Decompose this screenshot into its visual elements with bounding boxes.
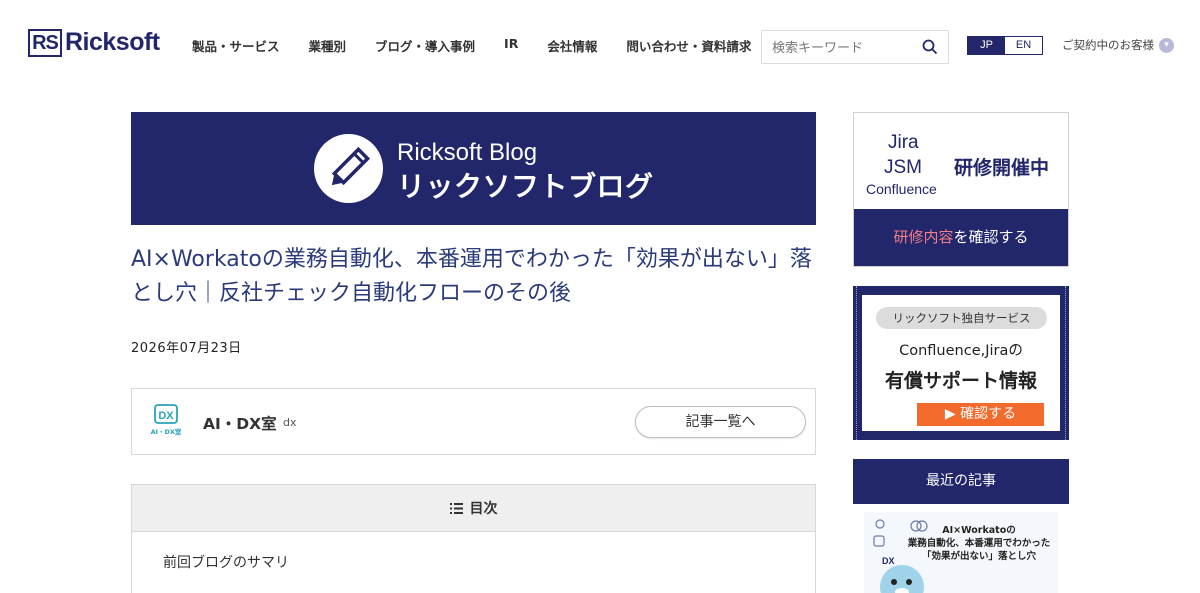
pencil-icon-circle (314, 134, 383, 203)
author-id: dx (283, 416, 297, 429)
recent-post-thumbnail[interactable]: DX AI×Workatoの 業務自動化、本番運用でわかった 「効果が出ない」落… (864, 512, 1058, 593)
svg-text:DX: DX (882, 556, 895, 566)
chevron-down-icon: ▾ (1159, 37, 1174, 53)
search-input[interactable] (772, 38, 922, 58)
main-nav: 製品・サービス 業種別 ブログ・導入事例 IR 会社情報 問い合わせ・資料請求 (192, 36, 751, 55)
ad-line-1: Confluence,Jiraの (899, 343, 1023, 359)
toc-item[interactable]: 前回ブログのサマリ (163, 552, 289, 572)
recent-posts: 最近の記事 DX AI×Workatoの 業務自動化、本番運用でわかった 「効果… (853, 459, 1069, 593)
language-switcher: JP EN (967, 36, 1043, 55)
table-of-contents: 目次 前回ブログのサマリ (131, 484, 816, 593)
svg-text:AI・DX室: AI・DX室 (151, 427, 182, 436)
article-title: AI×Workatoの業務自動化、本番運用でわかった「効果が出ない」落とし穴｜反… (131, 247, 812, 306)
author-avatar: DX AI・DX室 (151, 404, 182, 436)
list-icon (449, 502, 463, 514)
article-date: 2026年07月23日 (131, 341, 242, 356)
toc-heading: 目次 (469, 501, 498, 517)
nav-blog-cases[interactable]: ブログ・導入事例 (375, 36, 475, 55)
recent-post-title-line-1: AI×Workatoの (942, 525, 1016, 536)
article-list-button[interactable]: 記事一覧へ (635, 406, 806, 438)
customer-menu[interactable]: ご契約中のお客様 ▾ (1062, 37, 1174, 53)
training-cta-button[interactable]: 研修内容を確認する (854, 209, 1068, 266)
author-box: DX AI・DX室 AI・DX室 dx 記事一覧へ (131, 388, 816, 455)
author-name: AI・DX室 (203, 415, 277, 433)
blog-banner: Ricksoft Blog リックソフトブログ (131, 112, 816, 225)
banner-title-ja: リックソフトブログ (397, 170, 654, 203)
nav-company[interactable]: 会社情報 (547, 36, 597, 55)
ad-border-decoration (1065, 286, 1066, 440)
ad-border-decoration (856, 286, 857, 440)
ricksoft-logo[interactable]: RS Ricksoft (28, 28, 160, 57)
banner-title-en: Ricksoft Blog (397, 139, 538, 166)
recent-posts-heading: 最近の記事 (853, 459, 1069, 504)
cta-rest: を確認する (953, 228, 1029, 246)
lang-en-button[interactable]: EN (1005, 37, 1042, 54)
search-box (761, 30, 949, 64)
ad-line-2-rest: 情報 (999, 370, 1038, 392)
ad-inner-panel: リックソフト独自サービス Confluence,Jiraの 有償サポート情報 ▶… (862, 295, 1060, 431)
confirm-button[interactable]: ▶ 確認する (917, 403, 1044, 426)
logo-text: Ricksoft (65, 28, 160, 56)
ad-product-jsm: JSM (884, 157, 922, 178)
ad-pill-label: リックソフト独自サービス (876, 307, 1047, 329)
ad-product-confluence: Confluence (866, 181, 937, 197)
customer-label: ご契約中のお客様 (1062, 38, 1154, 52)
nav-products[interactable]: 製品・サービス (192, 36, 280, 55)
nav-industries[interactable]: 業種別 (309, 36, 347, 55)
training-ad[interactable]: Jira JSM Confluence 研修開催中 研修内容を確認する (853, 112, 1069, 267)
nav-contact[interactable]: 問い合わせ・資料請求 (626, 36, 751, 55)
nav-ir[interactable]: IR (504, 36, 518, 55)
svg-text:DX: DX (158, 410, 174, 422)
ad-line-2: 有償サポート情報 (862, 366, 1060, 393)
recent-post-title-line-3: 「効果が出ない」落とし穴 (921, 551, 1036, 562)
ad-headline: 研修開催中 (954, 157, 1050, 179)
ad-line-2-bold: 有償サポート (884, 370, 999, 392)
logo-mark: RS (28, 28, 62, 57)
ad-product-jira: Jira (888, 132, 919, 153)
pencil-icon (331, 146, 371, 186)
recent-post-title: AI×Workatoの 業務自動化、本番運用でわかった 「効果が出ない」落とし穴 (894, 524, 1064, 563)
lang-jp-button[interactable]: JP (968, 37, 1005, 54)
recent-post-title-line-2: 業務自動化、本番運用でわかった (907, 538, 1051, 549)
toc-header[interactable]: 目次 (132, 485, 815, 532)
search-icon[interactable] (922, 39, 938, 55)
site-header: RS Ricksoft 製品・サービス 業種別 ブログ・導入事例 IR 会社情報… (0, 0, 1200, 90)
cta-highlight: 研修内容 (893, 228, 954, 246)
paid-support-ad[interactable]: リックソフト独自サービス Confluence,Jiraの 有償サポート情報 ▶… (853, 286, 1069, 440)
